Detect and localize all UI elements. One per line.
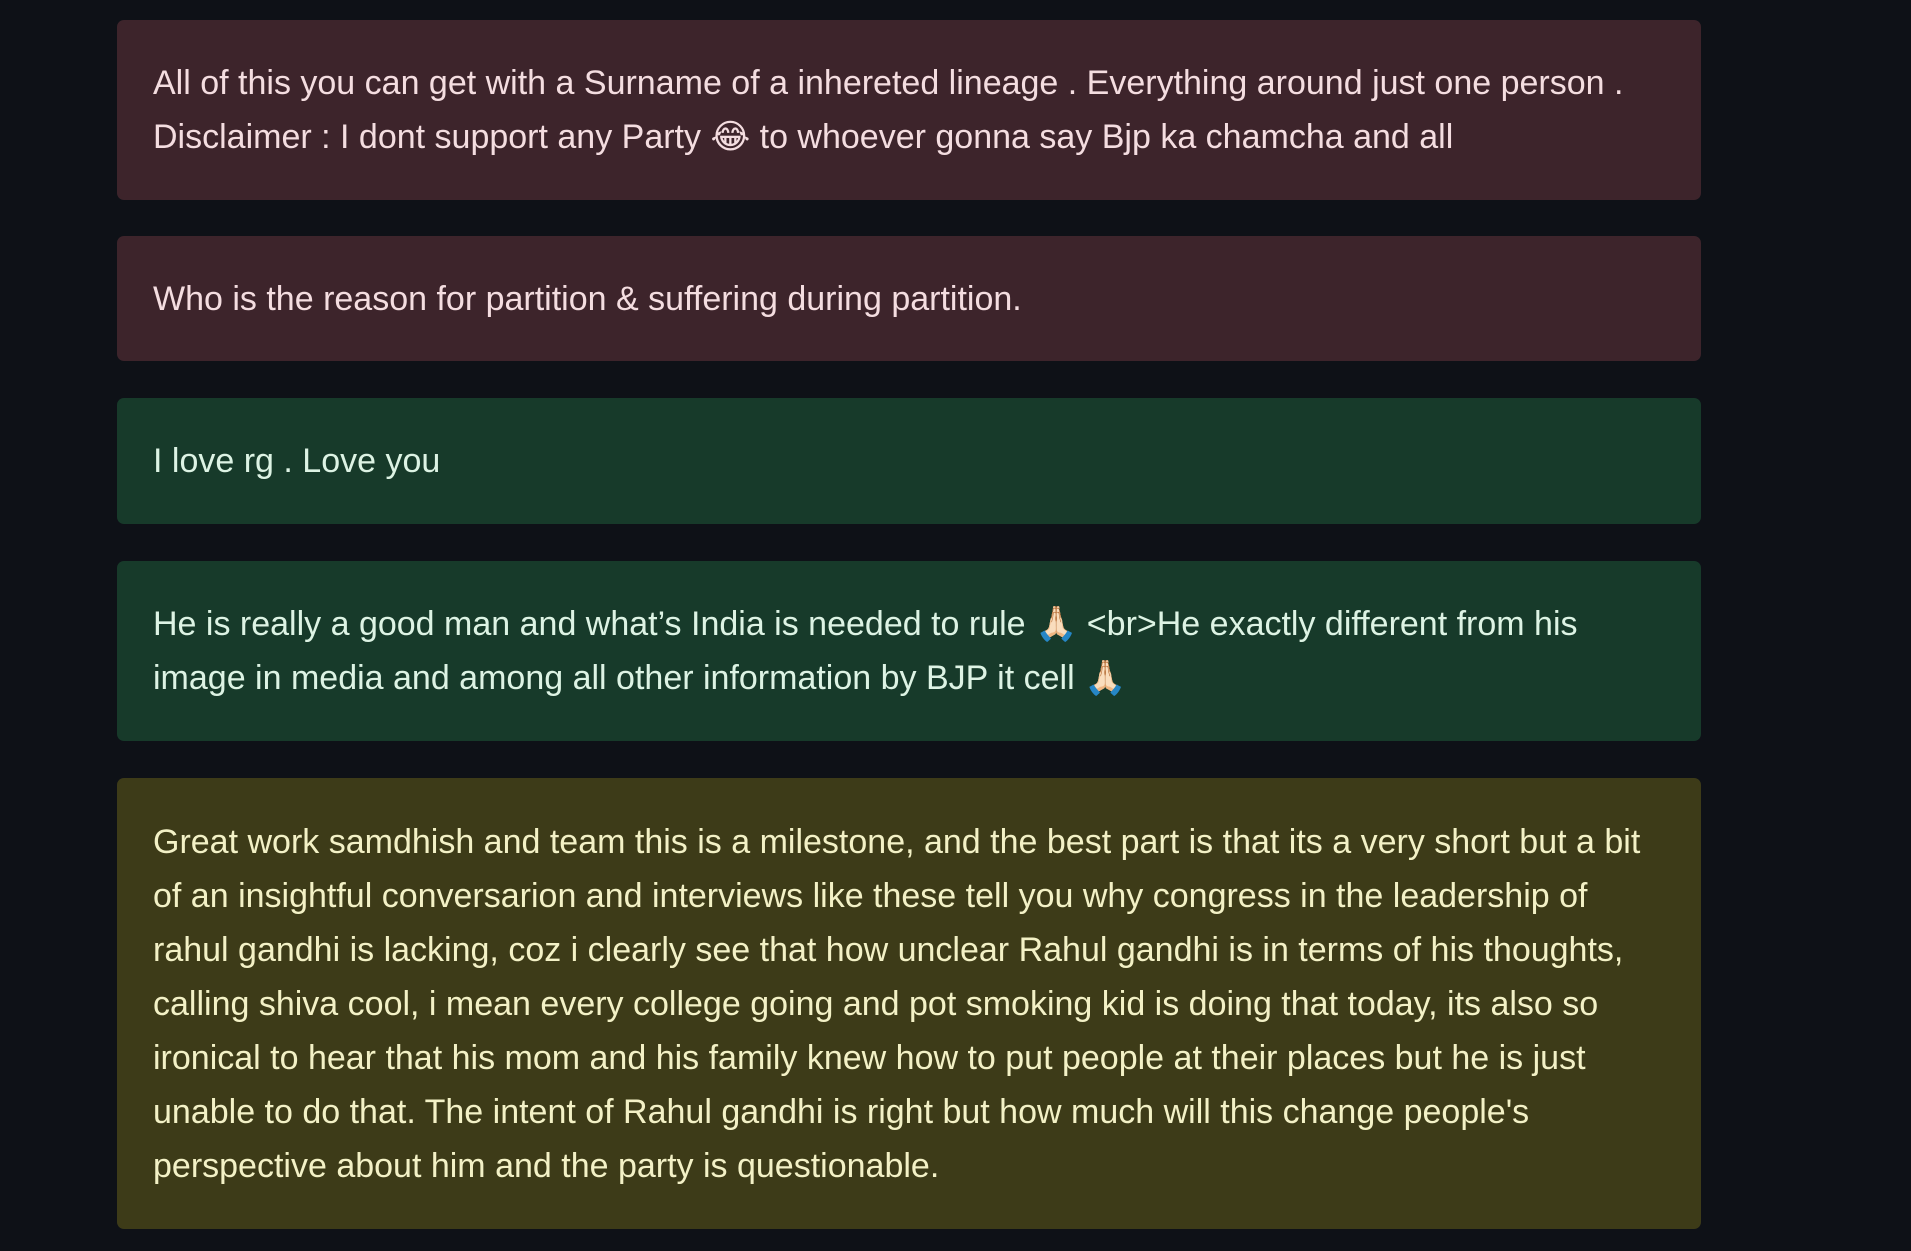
comment-text: I love rg . Love you <box>153 442 441 480</box>
comment-feed: All of this you can get with a Surname o… <box>117 20 1701 1229</box>
comment-text: Great work samdhish and team this is a m… <box>153 822 1650 1185</box>
comment-text: Who is the reason for partition & suffer… <box>153 279 1022 318</box>
comment-card-negative: All of this you can get with a Surname o… <box>117 20 1701 200</box>
comment-card-positive: I love rg . Love you <box>117 398 1701 524</box>
comment-text: All of this you can get with a Surname o… <box>153 64 1633 156</box>
comment-text: He is really a good man and what’s India… <box>153 605 1587 697</box>
comment-card-positive: He is really a good man and what’s India… <box>117 561 1701 741</box>
comment-card-neutral: Great work samdhish and team this is a m… <box>117 778 1701 1229</box>
comment-card-negative: Who is the reason for partition & suffer… <box>117 236 1701 361</box>
